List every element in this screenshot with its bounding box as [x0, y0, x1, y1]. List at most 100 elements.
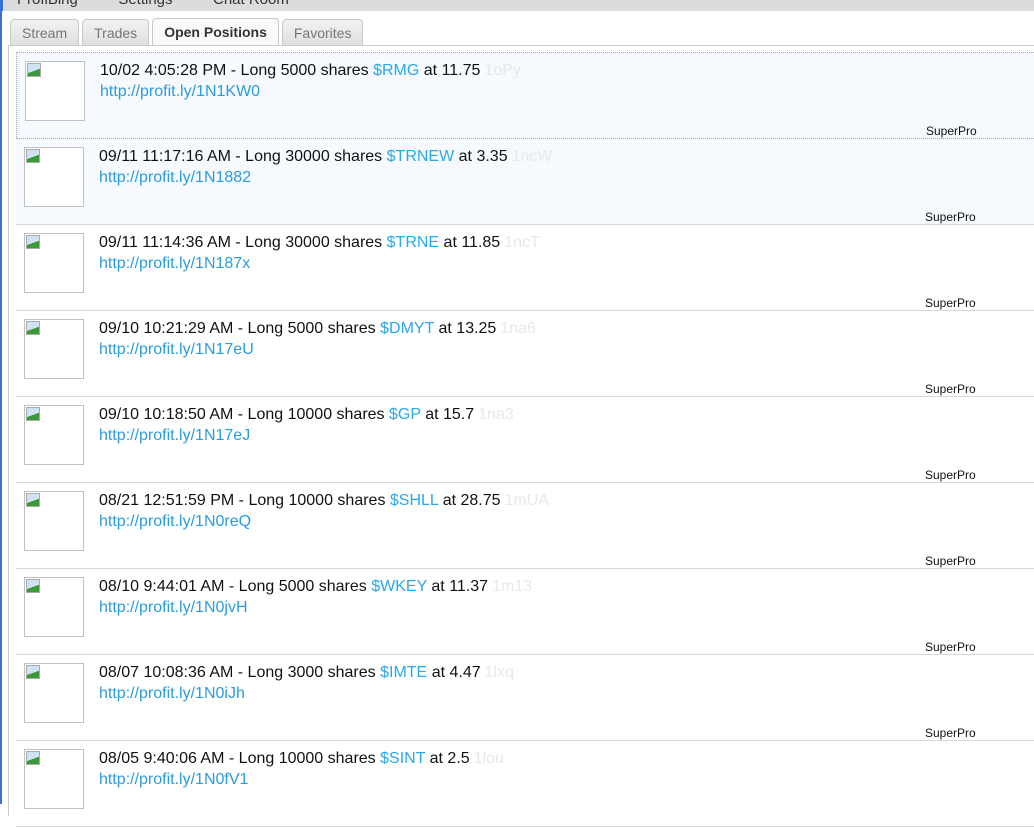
trade-link[interactable]: http://profit.ly/1N1882 — [99, 169, 251, 187]
price: at 28.75 — [442, 492, 501, 509]
avatar — [24, 319, 84, 379]
trade-code: 1lou — [473, 750, 504, 767]
user-badge: SuperPro — [925, 726, 976, 740]
timestamp: 10/02 4:05:28 PM — [100, 62, 227, 79]
position-text: - Long 5000 shares — [228, 578, 367, 595]
menu-item[interactable]: Chat Room — [213, 0, 289, 8]
position-summary: 08/07 10:08:36 AM - Long 3000 shares $IM… — [99, 664, 514, 682]
user-badge: SuperPro — [925, 554, 976, 568]
position-summary: 08/05 9:40:06 AM - Long 10000 shares $SI… — [99, 750, 504, 768]
position-row[interactable]: 08/07 10:08:36 AM - Long 3000 shares $IM… — [16, 655, 1034, 741]
trade-code: 1ncW — [511, 148, 553, 165]
tab-trades[interactable]: Trades — [82, 19, 150, 45]
avatar — [24, 749, 84, 809]
position-row[interactable]: 08/21 12:51:59 PM - Long 10000 shares $S… — [16, 483, 1034, 569]
position-summary: 08/10 9:44:01 AM - Long 5000 shares $WKE… — [99, 578, 532, 596]
broken-image-icon — [26, 149, 40, 163]
broken-image-icon — [26, 235, 40, 249]
position-summary: 10/02 4:05:28 PM - Long 5000 shares $RMG… — [100, 62, 521, 80]
avatar — [24, 577, 84, 637]
trade-link[interactable]: http://profit.ly/1N187x — [99, 255, 250, 273]
position-text: - Long 30000 shares — [235, 234, 383, 251]
position-row[interactable]: 09/11 11:17:16 AM - Long 30000 shares $T… — [16, 139, 1034, 225]
broken-image-icon — [26, 407, 40, 421]
price: at 13.25 — [438, 320, 497, 337]
price: at 11.75 — [423, 62, 481, 79]
position-text: - Long 3000 shares — [237, 664, 376, 681]
timestamp: 08/05 9:40:06 AM — [99, 750, 225, 767]
avatar — [24, 147, 84, 207]
price: at 2.5 — [429, 750, 470, 767]
price: at 3.35 — [458, 148, 508, 165]
timestamp: 09/10 10:21:29 AM — [99, 320, 234, 337]
ticker-link[interactable]: $TRNE — [387, 234, 439, 251]
timestamp: 09/10 10:18:50 AM — [99, 406, 234, 423]
user-badge: SuperPro — [925, 296, 976, 310]
ticker-link[interactable]: $WKEY — [371, 578, 427, 595]
trade-code: 1mUA — [504, 492, 549, 509]
position-text: - Long 5000 shares — [237, 320, 376, 337]
position-summary: 09/10 10:18:50 AM - Long 10000 shares $G… — [99, 406, 514, 424]
timestamp: 08/07 10:08:36 AM — [99, 664, 234, 681]
position-row[interactable]: 09/11 11:14:36 AM - Long 30000 shares $T… — [16, 225, 1034, 311]
position-text: - Long 10000 shares — [228, 750, 376, 767]
avatar — [24, 233, 84, 293]
ticker-link[interactable]: $SINT — [380, 750, 425, 767]
tab-open-positions[interactable]: Open Positions — [152, 18, 279, 46]
position-row[interactable]: 09/10 10:18:50 AM - Long 10000 shares $G… — [16, 397, 1034, 483]
avatar — [24, 405, 84, 465]
avatar — [25, 61, 85, 121]
position-summary: 09/11 11:17:16 AM - Long 30000 shares $T… — [99, 148, 553, 166]
tab-stream[interactable]: Stream — [10, 19, 80, 45]
user-badge: SuperPro — [925, 468, 976, 482]
price: at 11.37 — [431, 578, 489, 595]
price: at 11.85 — [443, 234, 501, 251]
trade-code: 1na3 — [478, 406, 514, 423]
broken-image-icon — [26, 579, 40, 593]
trade-code: 1ncT — [504, 234, 540, 251]
tab-favorites[interactable]: Favorites — [281, 19, 364, 45]
position-summary: 08/21 12:51:59 PM - Long 10000 shares $S… — [99, 492, 549, 510]
ticker-link[interactable]: $TRNEW — [387, 148, 455, 165]
price: at 4.47 — [431, 664, 481, 681]
broken-image-icon — [26, 321, 40, 335]
trade-code: 1m13 — [492, 578, 533, 595]
position-text: - Long 30000 shares — [235, 148, 383, 165]
ticker-link[interactable]: $IMTE — [380, 664, 427, 681]
trade-link[interactable]: http://profit.ly/1N17eU — [99, 341, 254, 359]
trade-link[interactable]: http://profit.ly/1N0fV1 — [99, 771, 248, 789]
avatar — [24, 491, 84, 551]
tab-bar: Stream Trades Open Positions Favorites — [10, 18, 364, 46]
ticker-link[interactable]: $GP — [389, 406, 421, 423]
user-badge: SuperPro — [925, 640, 976, 654]
top-menu-bar: ProfiBing Settings Chat Room — [0, 0, 1034, 11]
broken-image-icon — [26, 665, 40, 679]
user-badge: SuperPro — [925, 382, 976, 396]
position-row[interactable]: 10/02 4:05:28 PM - Long 5000 shares $RMG… — [16, 52, 1034, 139]
position-text: - Long 10000 shares — [237, 406, 385, 423]
trade-code: 1na6 — [500, 320, 536, 337]
ticker-link[interactable]: $SHLL — [390, 492, 438, 509]
trade-link[interactable]: http://profit.ly/1N1KW0 — [100, 83, 260, 101]
trade-link[interactable]: http://profit.ly/1N0reQ — [99, 513, 251, 531]
menu-item[interactable]: ProfiBing — [17, 0, 78, 8]
broken-image-icon — [26, 751, 40, 765]
position-row[interactable]: 09/10 10:21:29 AM - Long 5000 shares $DM… — [16, 311, 1034, 397]
trade-link[interactable]: http://profit.ly/1N0iJh — [99, 685, 245, 703]
menu-item[interactable]: Settings — [118, 0, 172, 8]
ticker-link[interactable]: $DMYT — [380, 320, 434, 337]
ticker-link[interactable]: $RMG — [373, 62, 419, 79]
position-summary: 09/11 11:14:36 AM - Long 30000 shares $T… — [99, 234, 540, 252]
price: at 15.7 — [425, 406, 475, 423]
trade-link[interactable]: http://profit.ly/1N17eJ — [99, 427, 250, 445]
user-badge: SuperPro — [926, 124, 977, 138]
timestamp: 08/10 9:44:01 AM — [99, 578, 225, 595]
trade-link[interactable]: http://profit.ly/1N0jvH — [99, 599, 248, 617]
positions-list: 10/02 4:05:28 PM - Long 5000 shares $RMG… — [16, 52, 1034, 827]
position-row[interactable]: 08/10 9:44:01 AM - Long 5000 shares $WKE… — [16, 569, 1034, 655]
trade-code: 1oPy — [484, 62, 521, 79]
broken-image-icon — [26, 493, 40, 507]
position-row[interactable]: 08/05 9:40:06 AM - Long 10000 shares $SI… — [16, 741, 1034, 827]
window-border — [0, 11, 2, 804]
timestamp: 08/21 12:51:59 PM — [99, 492, 235, 509]
